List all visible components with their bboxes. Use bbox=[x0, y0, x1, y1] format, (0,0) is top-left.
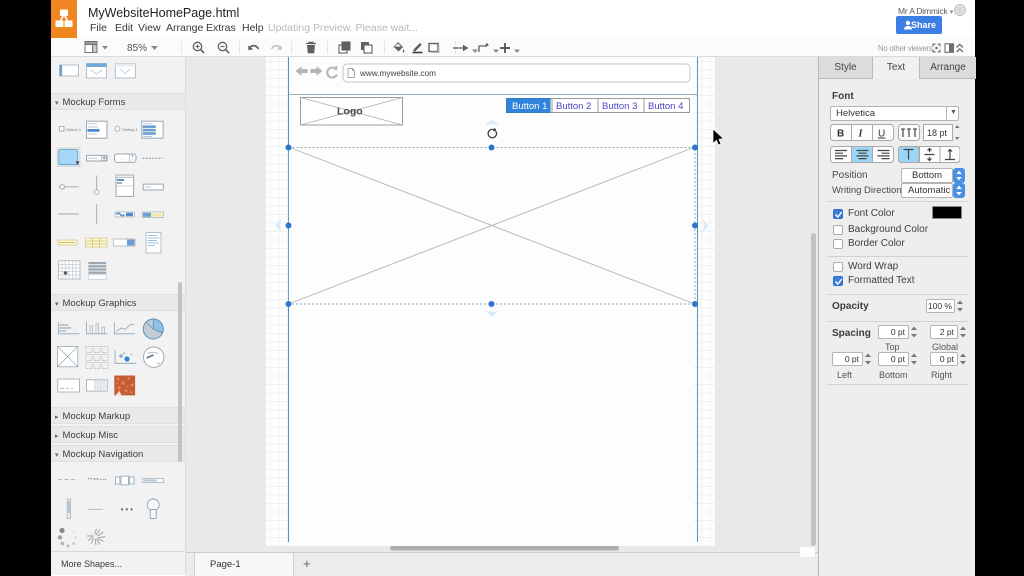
svg-text:Button 2: Button 2 bbox=[556, 101, 591, 112]
svg-text:Button 4: Button 4 bbox=[648, 101, 683, 112]
svg-text:...: ... bbox=[121, 156, 125, 161]
svg-text:www.mywebsite.com: www.mywebsite.com bbox=[359, 69, 436, 78]
svg-text:Option 1: Option 1 bbox=[66, 127, 82, 132]
svg-text:Logo: Logo bbox=[337, 106, 363, 118]
svg-text:B: B bbox=[837, 129, 844, 140]
svg-text:Setting 1: Setting 1 bbox=[122, 127, 139, 132]
svg-text:Button 1: Button 1 bbox=[512, 101, 547, 112]
svg-text:Button 3: Button 3 bbox=[602, 101, 637, 112]
svg-text:18 pt: 18 pt bbox=[927, 128, 948, 138]
svg-text:U: U bbox=[878, 129, 885, 140]
